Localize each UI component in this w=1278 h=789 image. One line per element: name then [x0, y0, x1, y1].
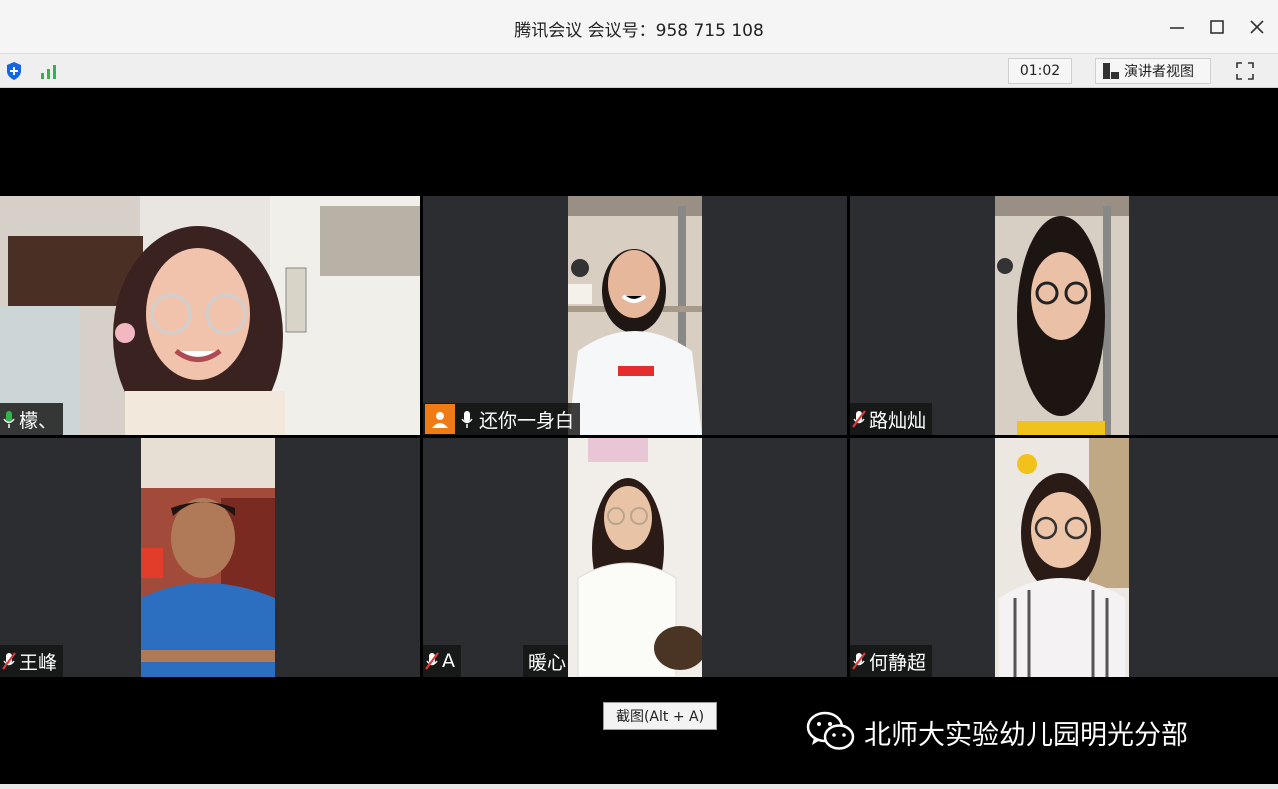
participant-name: 檬、 — [19, 409, 58, 432]
wechat-watermark: 北师大实验幼儿园明光分部 — [806, 708, 1188, 756]
participant-name: 还你一身白 — [479, 409, 575, 432]
minimize-button[interactable] — [1162, 12, 1192, 42]
microphone-muted-icon — [2, 652, 16, 670]
participant-name: 路灿灿 — [869, 409, 927, 432]
participant-video — [568, 438, 702, 677]
close-icon — [1250, 20, 1264, 34]
video-tile-5[interactable]: A 暖心 — [423, 438, 847, 677]
security-shield-icon[interactable] — [3, 60, 25, 82]
minimize-icon — [1170, 27, 1184, 29]
close-button[interactable] — [1242, 12, 1272, 42]
fullscreen-button[interactable] — [1230, 58, 1260, 84]
participant-name-tag: 路灿灿 — [850, 403, 933, 435]
microphone-icon — [3, 411, 15, 428]
video-tile-1[interactable]: 檬、 — [0, 196, 420, 435]
participant-video — [0, 196, 420, 435]
meeting-toolbar — [0, 54, 1278, 88]
host-badge — [425, 404, 455, 434]
microphone-muted-icon — [425, 652, 439, 670]
microphone-icon — [461, 411, 473, 428]
participant-name-tag: 王峰 — [0, 645, 64, 677]
watermark-text: 北师大实验幼儿园明光分部 — [864, 719, 1188, 751]
video-tile-6[interactable]: 何静超 — [850, 438, 1278, 677]
participant-name-tag: 还你一身白 — [423, 403, 581, 435]
meeting-timer: 01:02 — [1008, 58, 1072, 84]
network-signal-icon[interactable] — [38, 60, 60, 82]
video-tile-3[interactable]: 路灿灿 — [850, 196, 1278, 435]
participant-video — [995, 438, 1129, 677]
window-title: 腾讯会议 会议号：958 715 108 — [514, 21, 764, 41]
maximize-icon — [1210, 20, 1224, 34]
window-titlebar: 腾讯会议 会议号：958 715 108 — [0, 0, 1278, 54]
speaker-view-button[interactable]: 演讲者视图 — [1095, 58, 1211, 84]
video-tile-2[interactable]: 还你一身白 — [423, 196, 847, 435]
screenshot-tooltip: 截图(Alt + A) — [603, 702, 717, 730]
speaker-view-label: 演讲者视图 — [1124, 64, 1194, 80]
fullscreen-icon — [1236, 62, 1254, 80]
participant-video — [995, 196, 1129, 435]
participant-name-tag: A — [423, 645, 461, 677]
microphone-muted-icon — [852, 652, 866, 670]
participant-name: A — [442, 650, 455, 672]
participant-name-extra: 暖心 — [523, 645, 568, 677]
participant-name: 何静超 — [869, 651, 927, 674]
participant-video — [568, 196, 702, 435]
participant-name-tag: 檬、 — [0, 403, 64, 435]
video-tile-4[interactable]: 王峰 — [0, 438, 420, 677]
window-bottom-edge — [0, 784, 1278, 789]
wechat-icon — [806, 711, 855, 750]
participant-video — [141, 438, 275, 677]
host-user-icon — [432, 412, 448, 428]
participant-name-tag: 何静超 — [850, 645, 933, 677]
microphone-muted-icon — [852, 410, 866, 428]
maximize-button[interactable] — [1202, 12, 1232, 42]
participant-name: 王峰 — [19, 651, 58, 674]
layout-icon — [1103, 63, 1119, 79]
